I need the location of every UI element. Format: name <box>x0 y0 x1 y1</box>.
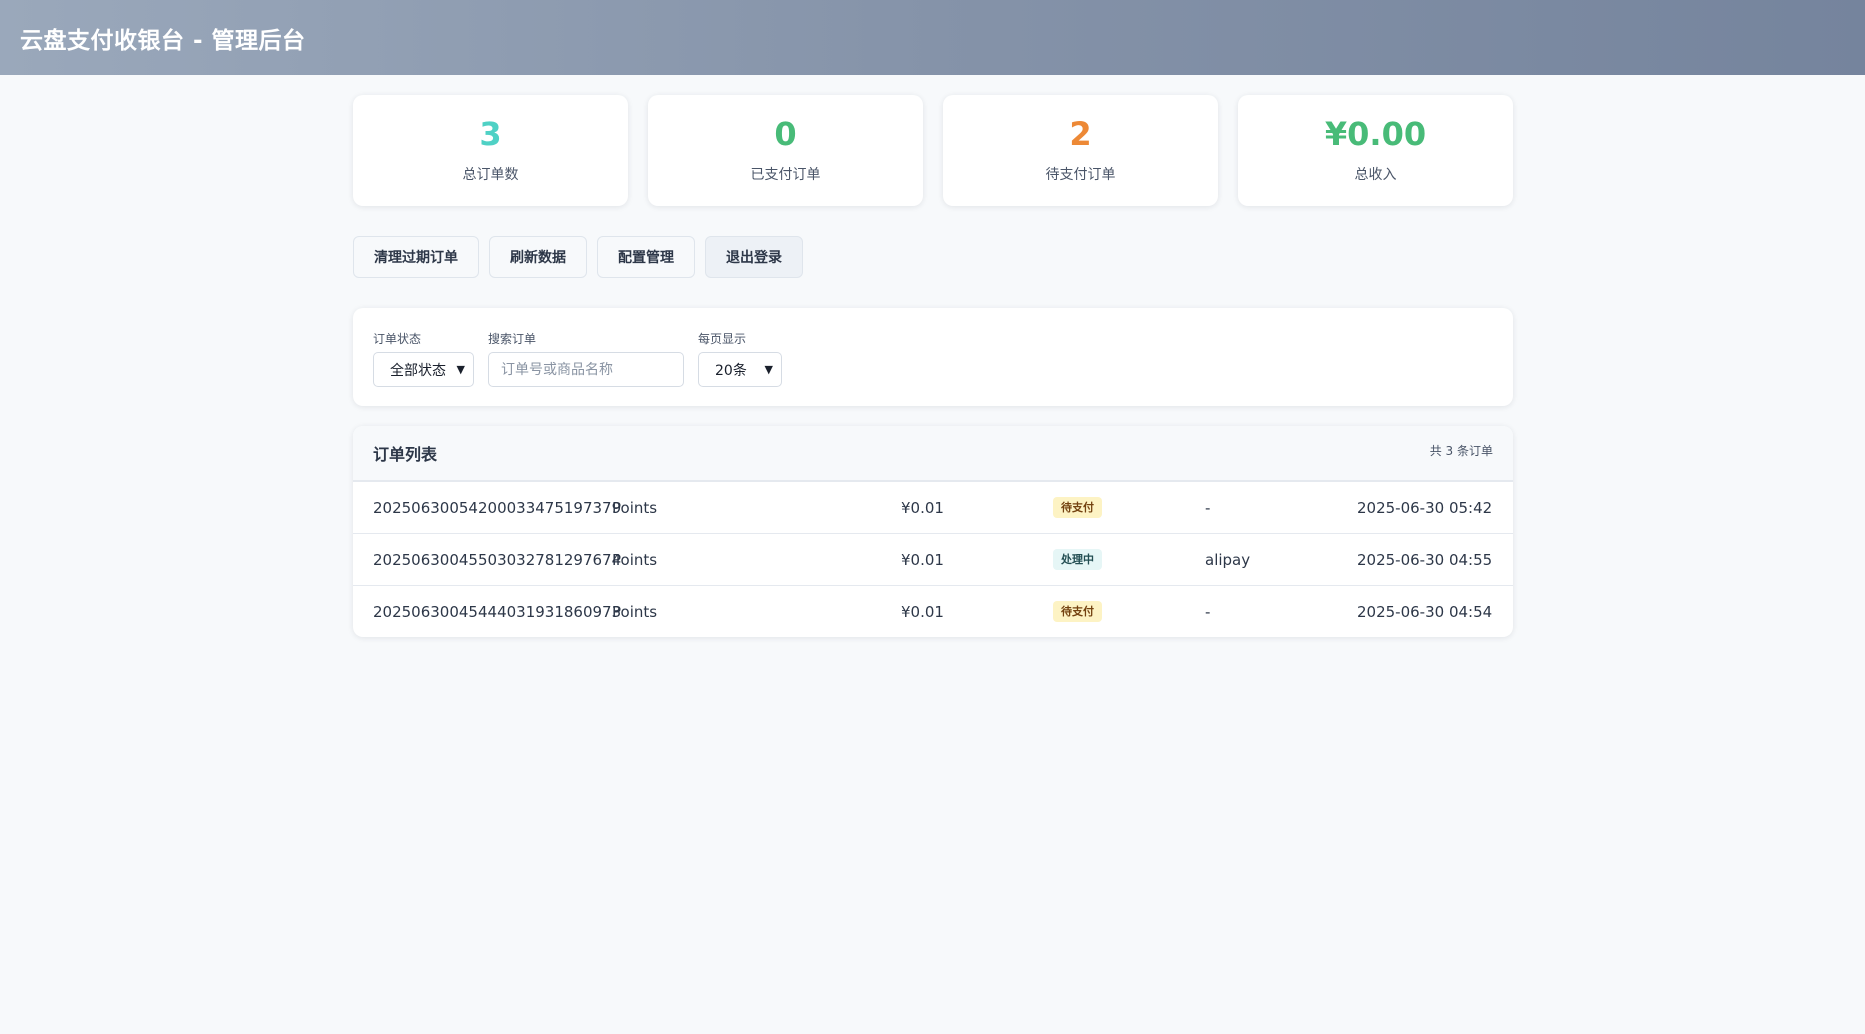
search-input[interactable] <box>488 352 684 387</box>
order-amount: ¥0.01 <box>901 602 944 621</box>
orders-header: 订单列表 共 3 条订单 <box>353 426 1513 481</box>
status-select-value: 全部状态 <box>390 362 446 379</box>
order-payment-method: - <box>1205 602 1211 621</box>
order-id: 20250630045444031931860973 <box>373 602 622 621</box>
table-row[interactable]: 20250630054200033475197379 Points ¥0.01 … <box>353 481 1513 533</box>
status-badge: 处理中 <box>1053 548 1102 571</box>
order-product: Points <box>612 550 658 569</box>
order-id: 20250630054200033475197379 <box>373 498 622 517</box>
status-filter-label: 订单状态 <box>373 332 422 346</box>
chevron-down-icon: ▼ <box>456 363 465 376</box>
filter-panel: 订单状态 全部状态 ▼ 搜索订单 每页显示 20条 ▼ <box>353 308 1513 406</box>
stat-label-paid-orders: 已支付订单 <box>750 166 821 183</box>
order-status-cell: 待支付 <box>1053 600 1205 623</box>
order-status-cell: 处理中 <box>1053 548 1205 571</box>
order-time: 2025-06-30 04:55 <box>1357 550 1493 569</box>
stat-label-total-orders: 总订单数 <box>462 166 519 183</box>
stat-value-total-income: ¥0.00 <box>1324 114 1427 153</box>
order-status-cell: 待支付 <box>1053 496 1205 519</box>
stat-card-total-income: ¥0.00 总收入 <box>1238 95 1513 206</box>
stat-value-total-orders: 3 <box>479 114 502 153</box>
orders-panel: 订单列表 共 3 条订单 20250630054200033475197379 … <box>353 426 1513 637</box>
stat-card-paid-orders: 0 已支付订单 <box>648 95 923 206</box>
order-payment-method: alipay <box>1205 550 1251 569</box>
order-product: Points <box>612 602 658 621</box>
page-title: 云盘支付收银台 - 管理后台 <box>20 27 306 54</box>
page-size-group: 每页显示 20条 ▼ <box>698 330 782 406</box>
stat-label-total-income: 总收入 <box>1354 166 1397 183</box>
orders-count: 共 3 条订单 <box>1429 443 1493 458</box>
page-size-value: 20条 <box>715 362 747 379</box>
search-filter-group: 搜索订单 <box>488 330 684 406</box>
cleanup-expired-button[interactable]: 清理过期订单 <box>353 236 479 278</box>
stats-row: 3 总订单数 0 已支付订单 2 待支付订单 ¥0.00 总收入 <box>353 95 1513 206</box>
order-time: 2025-06-30 04:54 <box>1357 602 1493 621</box>
status-filter-group: 订单状态 全部状态 ▼ <box>373 330 474 406</box>
stat-value-pending-orders: 2 <box>1069 114 1092 153</box>
chevron-down-icon: ▼ <box>764 363 773 376</box>
table-row[interactable]: 20250630045503032781297674 Points ¥0.01 … <box>353 533 1513 585</box>
logout-button[interactable]: 退出登录 <box>705 236 803 278</box>
config-button[interactable]: 配置管理 <box>597 236 695 278</box>
stat-value-paid-orders: 0 <box>774 114 797 153</box>
status-badge: 待支付 <box>1053 496 1102 519</box>
refresh-button[interactable]: 刷新数据 <box>489 236 587 278</box>
order-amount: ¥0.01 <box>901 550 944 569</box>
stat-card-pending-orders: 2 待支付订单 <box>943 95 1218 206</box>
status-select[interactable]: 全部状态 ▼ <box>373 352 474 387</box>
order-payment-method: - <box>1205 498 1211 517</box>
stat-label-pending-orders: 待支付订单 <box>1045 166 1116 183</box>
page-size-label: 每页显示 <box>698 332 747 346</box>
status-badge: 待支付 <box>1053 600 1102 623</box>
main-content: 3 总订单数 0 已支付订单 2 待支付订单 ¥0.00 总收入 清理过期订单 … <box>353 95 1513 637</box>
order-id: 20250630045503032781297674 <box>373 550 622 569</box>
order-time: 2025-06-30 05:42 <box>1357 498 1493 517</box>
search-label: 搜索订单 <box>488 332 537 346</box>
app-header: 云盘支付收银台 - 管理后台 <box>0 0 1865 75</box>
table-row[interactable]: 20250630045444031931860973 Points ¥0.01 … <box>353 585 1513 637</box>
orders-title: 订单列表 <box>373 445 438 464</box>
order-product: Points <box>612 498 658 517</box>
order-amount: ¥0.01 <box>901 498 944 517</box>
page-size-select[interactable]: 20条 ▼ <box>698 352 782 387</box>
stat-card-total-orders: 3 总订单数 <box>353 95 628 206</box>
action-bar: 清理过期订单 刷新数据 配置管理 退出登录 <box>353 236 1513 278</box>
